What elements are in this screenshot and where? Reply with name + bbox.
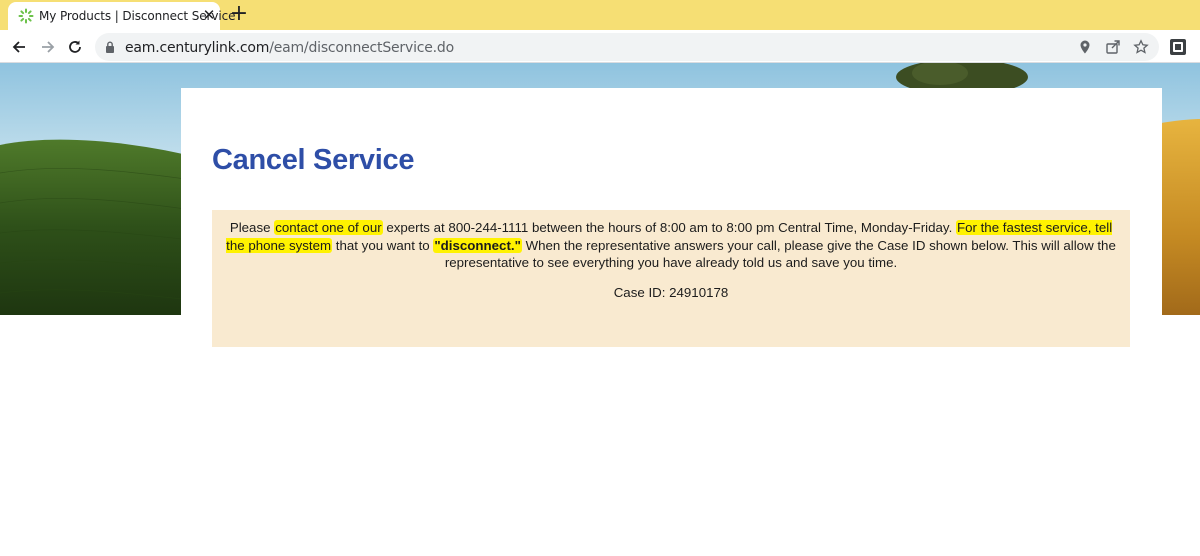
new-tab-button[interactable]: +	[229, 3, 249, 25]
centurylink-logo-icon	[18, 8, 34, 24]
back-button[interactable]	[8, 36, 30, 58]
highlighted-text: contact one of our	[274, 220, 383, 235]
url-path: /eam/disconnectService.do	[269, 40, 454, 56]
cancel-service-card: Cancel Service Please contact one of our…	[181, 88, 1162, 488]
arrow-left-icon	[12, 41, 25, 53]
address-bar[interactable]: eam.centurylink.com/eam/disconnectServic…	[95, 33, 1159, 61]
extension-icon[interactable]	[1169, 38, 1187, 56]
browser-toolbar: eam.centurylink.com/eam/disconnectServic…	[0, 30, 1200, 63]
page-content: Cancel Service Please contact one of our…	[0, 63, 1200, 556]
disconnect-keyword: "disconnect."	[433, 237, 522, 253]
url-host: eam.centurylink.com	[125, 40, 270, 56]
instructions-part-1: Please	[229, 220, 275, 235]
tab-strip: My Products | Disconnect Service ✕ +	[0, 0, 1200, 30]
instructions-text: Please contact one of our experts at 800…	[226, 219, 1116, 272]
reload-icon	[69, 40, 81, 53]
arrow-right-icon	[42, 41, 55, 53]
reload-button[interactable]	[64, 36, 86, 58]
tab-close-icon[interactable]: ✕	[201, 6, 217, 24]
location-pin-icon[interactable]	[1077, 39, 1093, 55]
page-title: Cancel Service	[212, 144, 415, 176]
url-text[interactable]: eam.centurylink.com/eam/disconnectServic…	[125, 40, 454, 56]
bookmark-star-icon[interactable]	[1133, 39, 1149, 55]
disconnect-instructions-box: Please contact one of our experts at 800…	[212, 210, 1130, 347]
forward-button[interactable]	[37, 36, 59, 58]
instructions-part-3: experts at 800-244-1111 between the hour…	[382, 220, 956, 235]
instructions-part-5: that you want to	[332, 237, 434, 253]
instructions-part-7: When the representative answers your cal…	[444, 237, 1116, 271]
browser-tab[interactable]: My Products | Disconnect Service ✕	[8, 2, 235, 30]
lock-icon[interactable]	[105, 41, 115, 53]
share-icon[interactable]	[1105, 39, 1121, 55]
case-id: Case ID: 24910178	[613, 285, 729, 300]
